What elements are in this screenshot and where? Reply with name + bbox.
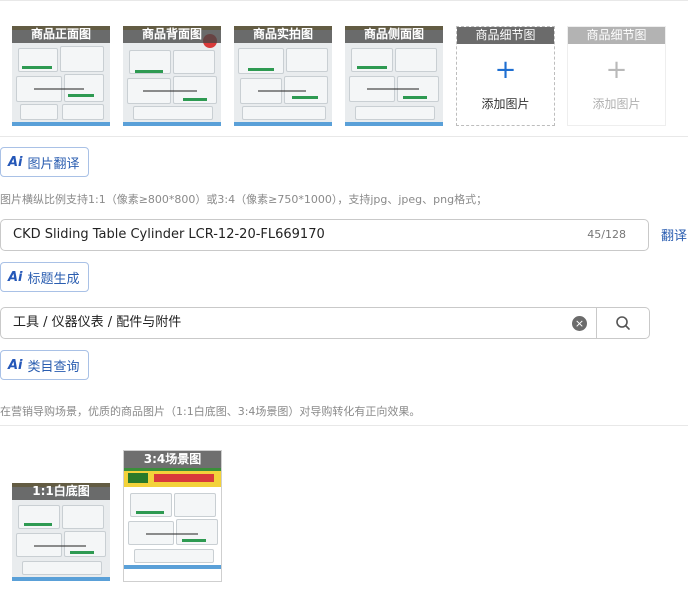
ai-icon: Ai [8,269,23,285]
detail-image-add-slot[interactable]: 商品细节图 + 添加图片 [456,26,555,126]
front-image-slot[interactable]: 商品正面图 [12,26,110,126]
real-shot-image-caption: 商品实拍图 [234,26,332,43]
detail-image-caption: 商品细节图 [457,27,554,44]
divider [0,136,688,137]
top-divider [0,0,688,1]
ai-icon: Ai [8,154,23,170]
add-image-label: 添加图片 [481,97,530,111]
add-image-label: 添加图片 [592,97,641,111]
detail-image-add-slot-disabled: 商品细节图 + 添加图片 [567,26,666,126]
title-char-count: 45/128 [587,228,626,241]
category-query-label: 类目查询 [27,359,80,375]
image-translate-label: 图片翻译 [27,156,80,172]
ai-icon: Ai [8,357,23,373]
scene-image-slot[interactable]: 3:4场景图 [123,450,222,582]
search-icon [616,316,630,330]
front-image-caption: 商品正面图 [12,26,110,43]
plus-icon: + [605,55,628,85]
back-image-caption: 商品背面图 [123,26,221,43]
divider [0,425,688,426]
real-shot-image-slot[interactable]: 商品实拍图 [234,26,332,126]
category-value: 工具 / 仪器仪表 / 配件与附件 [13,315,182,330]
side-image-caption: 商品侧面图 [345,26,443,43]
title-value: CKD Sliding Table Cylinder LCR-12-20-FL6… [13,227,325,242]
title-input[interactable]: CKD Sliding Table Cylinder LCR-12-20-FL6… [0,219,649,251]
title-generate-label: 标题生成 [27,271,80,287]
category-input[interactable]: 工具 / 仪器仪表 / 配件与附件 × [0,307,650,339]
translate-link[interactable]: 翻译 [661,225,687,244]
white-background-caption: 1:1白底图 [12,483,110,500]
product-photo [124,451,221,581]
plus-icon: + [494,55,517,85]
category-query-button[interactable]: Ai 类目查询 [0,350,89,380]
image-format-hint: 图片横纵比例支持1:1（像素≥800*800）或3:4（像素≥750*1000）… [0,193,488,206]
scene-image-caption: 3:4场景图 [124,451,221,468]
clear-icon[interactable]: × [572,316,587,331]
side-image-slot[interactable]: 商品侧面图 [345,26,443,126]
marketing-hint: 在营销导购场景，优质的商品图片（1:1白底图、3:4场景图）对导购转化有正向效果… [0,405,421,418]
title-generate-button[interactable]: Ai 标题生成 [0,262,89,292]
image-translate-button[interactable]: Ai 图片翻译 [0,147,89,177]
white-background-image-slot[interactable]: 1:1白底图 [12,483,110,581]
category-search-button[interactable] [596,307,650,339]
detail-image-caption: 商品细节图 [568,27,665,44]
back-image-slot[interactable]: 商品背面图 [123,26,221,126]
